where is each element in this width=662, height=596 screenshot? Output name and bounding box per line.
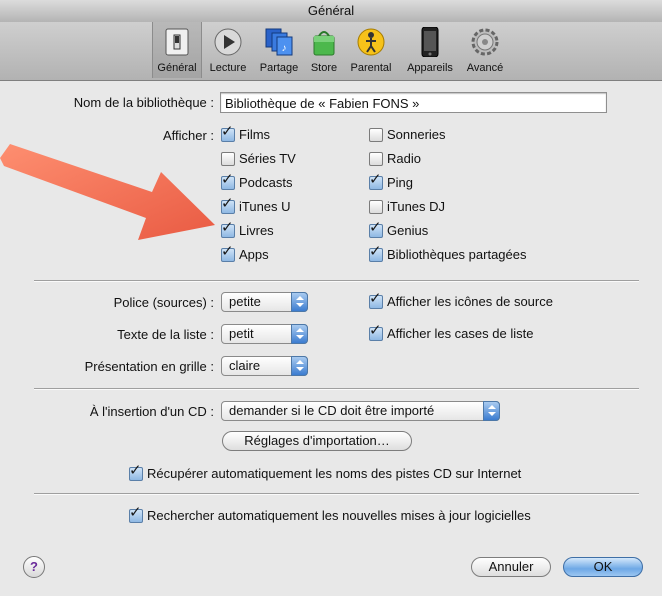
tab-lecture[interactable]: Lecture (204, 24, 252, 76)
tab-label: Store (310, 62, 338, 74)
checkbox-label: Rechercher automatiquement les nouvelles… (147, 508, 531, 523)
tab-label: Avancé (466, 62, 504, 74)
tab-label: Appareils (407, 62, 453, 74)
library-name-field[interactable]: Bibliothèque de « Fabien FONS » (220, 92, 607, 113)
checkbox-label: Podcasts (239, 175, 293, 190)
play-icon (214, 28, 242, 56)
grid-view-label: Présentation en grille : (84, 359, 214, 374)
import-settings-button[interactable]: Réglages d'importation… (222, 431, 412, 451)
source-font-popup[interactable]: petite (221, 292, 308, 312)
sharing-icon: ♪ (265, 28, 293, 56)
checkbox-box[interactable] (369, 152, 383, 166)
checkbox-box[interactable] (369, 128, 383, 142)
tab-label: Lecture (209, 62, 247, 74)
window-title: Général (0, 0, 662, 23)
checkbox-label: iTunes DJ (387, 199, 446, 214)
checkbox-box[interactable]: ✓ (369, 172, 383, 190)
popup-arrows-icon (483, 401, 500, 421)
tab-parental[interactable]: Parental (346, 24, 396, 76)
popup-arrows-icon (291, 356, 308, 376)
tab-general[interactable]: Général (152, 22, 202, 78)
divider (34, 280, 639, 282)
checkbox-label: Bibliothèques partagées (387, 247, 527, 262)
tab-store[interactable]: Store (304, 24, 344, 76)
checkbox-label: Films (239, 127, 271, 142)
tab-appareils[interactable]: Appareils (402, 24, 458, 76)
checkbox-box[interactable]: ✓ (369, 291, 383, 309)
checkbox-label: Afficher les cases de liste (387, 326, 534, 341)
checkbox-box[interactable]: ✓ (221, 244, 235, 262)
library-name-label: Nom de la bibliothèque : (73, 95, 214, 110)
gear-icon (471, 28, 499, 56)
cd-action-popup[interactable]: demander si le CD doit être importé (221, 401, 500, 421)
checkbox-box[interactable]: ✓ (369, 220, 383, 238)
preferences-toolbar: Général Lecture ♪ Partage Store Parental… (0, 22, 662, 81)
cancel-button[interactable]: Annuler (471, 557, 551, 577)
popup-value: petite (229, 294, 261, 309)
help-button[interactable]: ? (23, 556, 45, 578)
checkbox-label: iTunes U (239, 199, 291, 214)
popup-arrows-icon (291, 292, 308, 312)
checkbox-label: Genius (387, 223, 429, 238)
checkbox-box[interactable]: ✓ (129, 505, 143, 523)
checkbox-box[interactable]: ✓ (369, 244, 383, 262)
checkbox-label: Afficher les icônes de source (387, 294, 553, 309)
tab-partage[interactable]: ♪ Partage (254, 24, 304, 76)
list-text-label: Texte de la liste : (117, 327, 214, 342)
parental-icon (357, 28, 385, 56)
checkbox-box[interactable]: ✓ (369, 323, 383, 341)
switch-icon (165, 28, 189, 56)
checkbox-label: Séries TV (239, 151, 296, 166)
grid-view-popup[interactable]: claire (221, 356, 308, 376)
checkbox-box[interactable] (369, 200, 383, 214)
ok-button[interactable]: OK (563, 557, 643, 577)
divider (34, 493, 639, 495)
checkbox-label: Ping (387, 175, 414, 190)
checkbox-label: Livres (239, 223, 274, 238)
store-bag-icon (313, 31, 335, 56)
popup-value: demander si le CD doit être importé (229, 403, 435, 418)
popup-value: claire (229, 358, 261, 373)
checkbox-label: Récupérer automatiquement les noms des p… (147, 466, 522, 481)
tab-label: Partage (259, 62, 299, 74)
checkbox-label: Apps (239, 247, 269, 262)
checkbox-box[interactable]: ✓ (129, 463, 143, 481)
checkbox-label: Radio (387, 151, 421, 166)
cd-insert-label: À l'insertion d'un CD : (89, 404, 214, 419)
divider (34, 388, 639, 390)
annotation-arrow (0, 144, 215, 240)
tab-avance[interactable]: Avancé (462, 24, 508, 76)
popup-value: petit (229, 326, 254, 341)
tab-label: Parental (350, 62, 392, 74)
svg-text:♪: ♪ (282, 43, 287, 54)
source-font-label: Police (sources) : (113, 295, 214, 310)
checkbox-label: Sonneries (387, 127, 446, 142)
popup-arrows-icon (291, 324, 308, 344)
tab-label: Général (157, 62, 197, 74)
list-text-popup[interactable]: petit (221, 324, 308, 344)
iphone-icon (421, 27, 439, 57)
